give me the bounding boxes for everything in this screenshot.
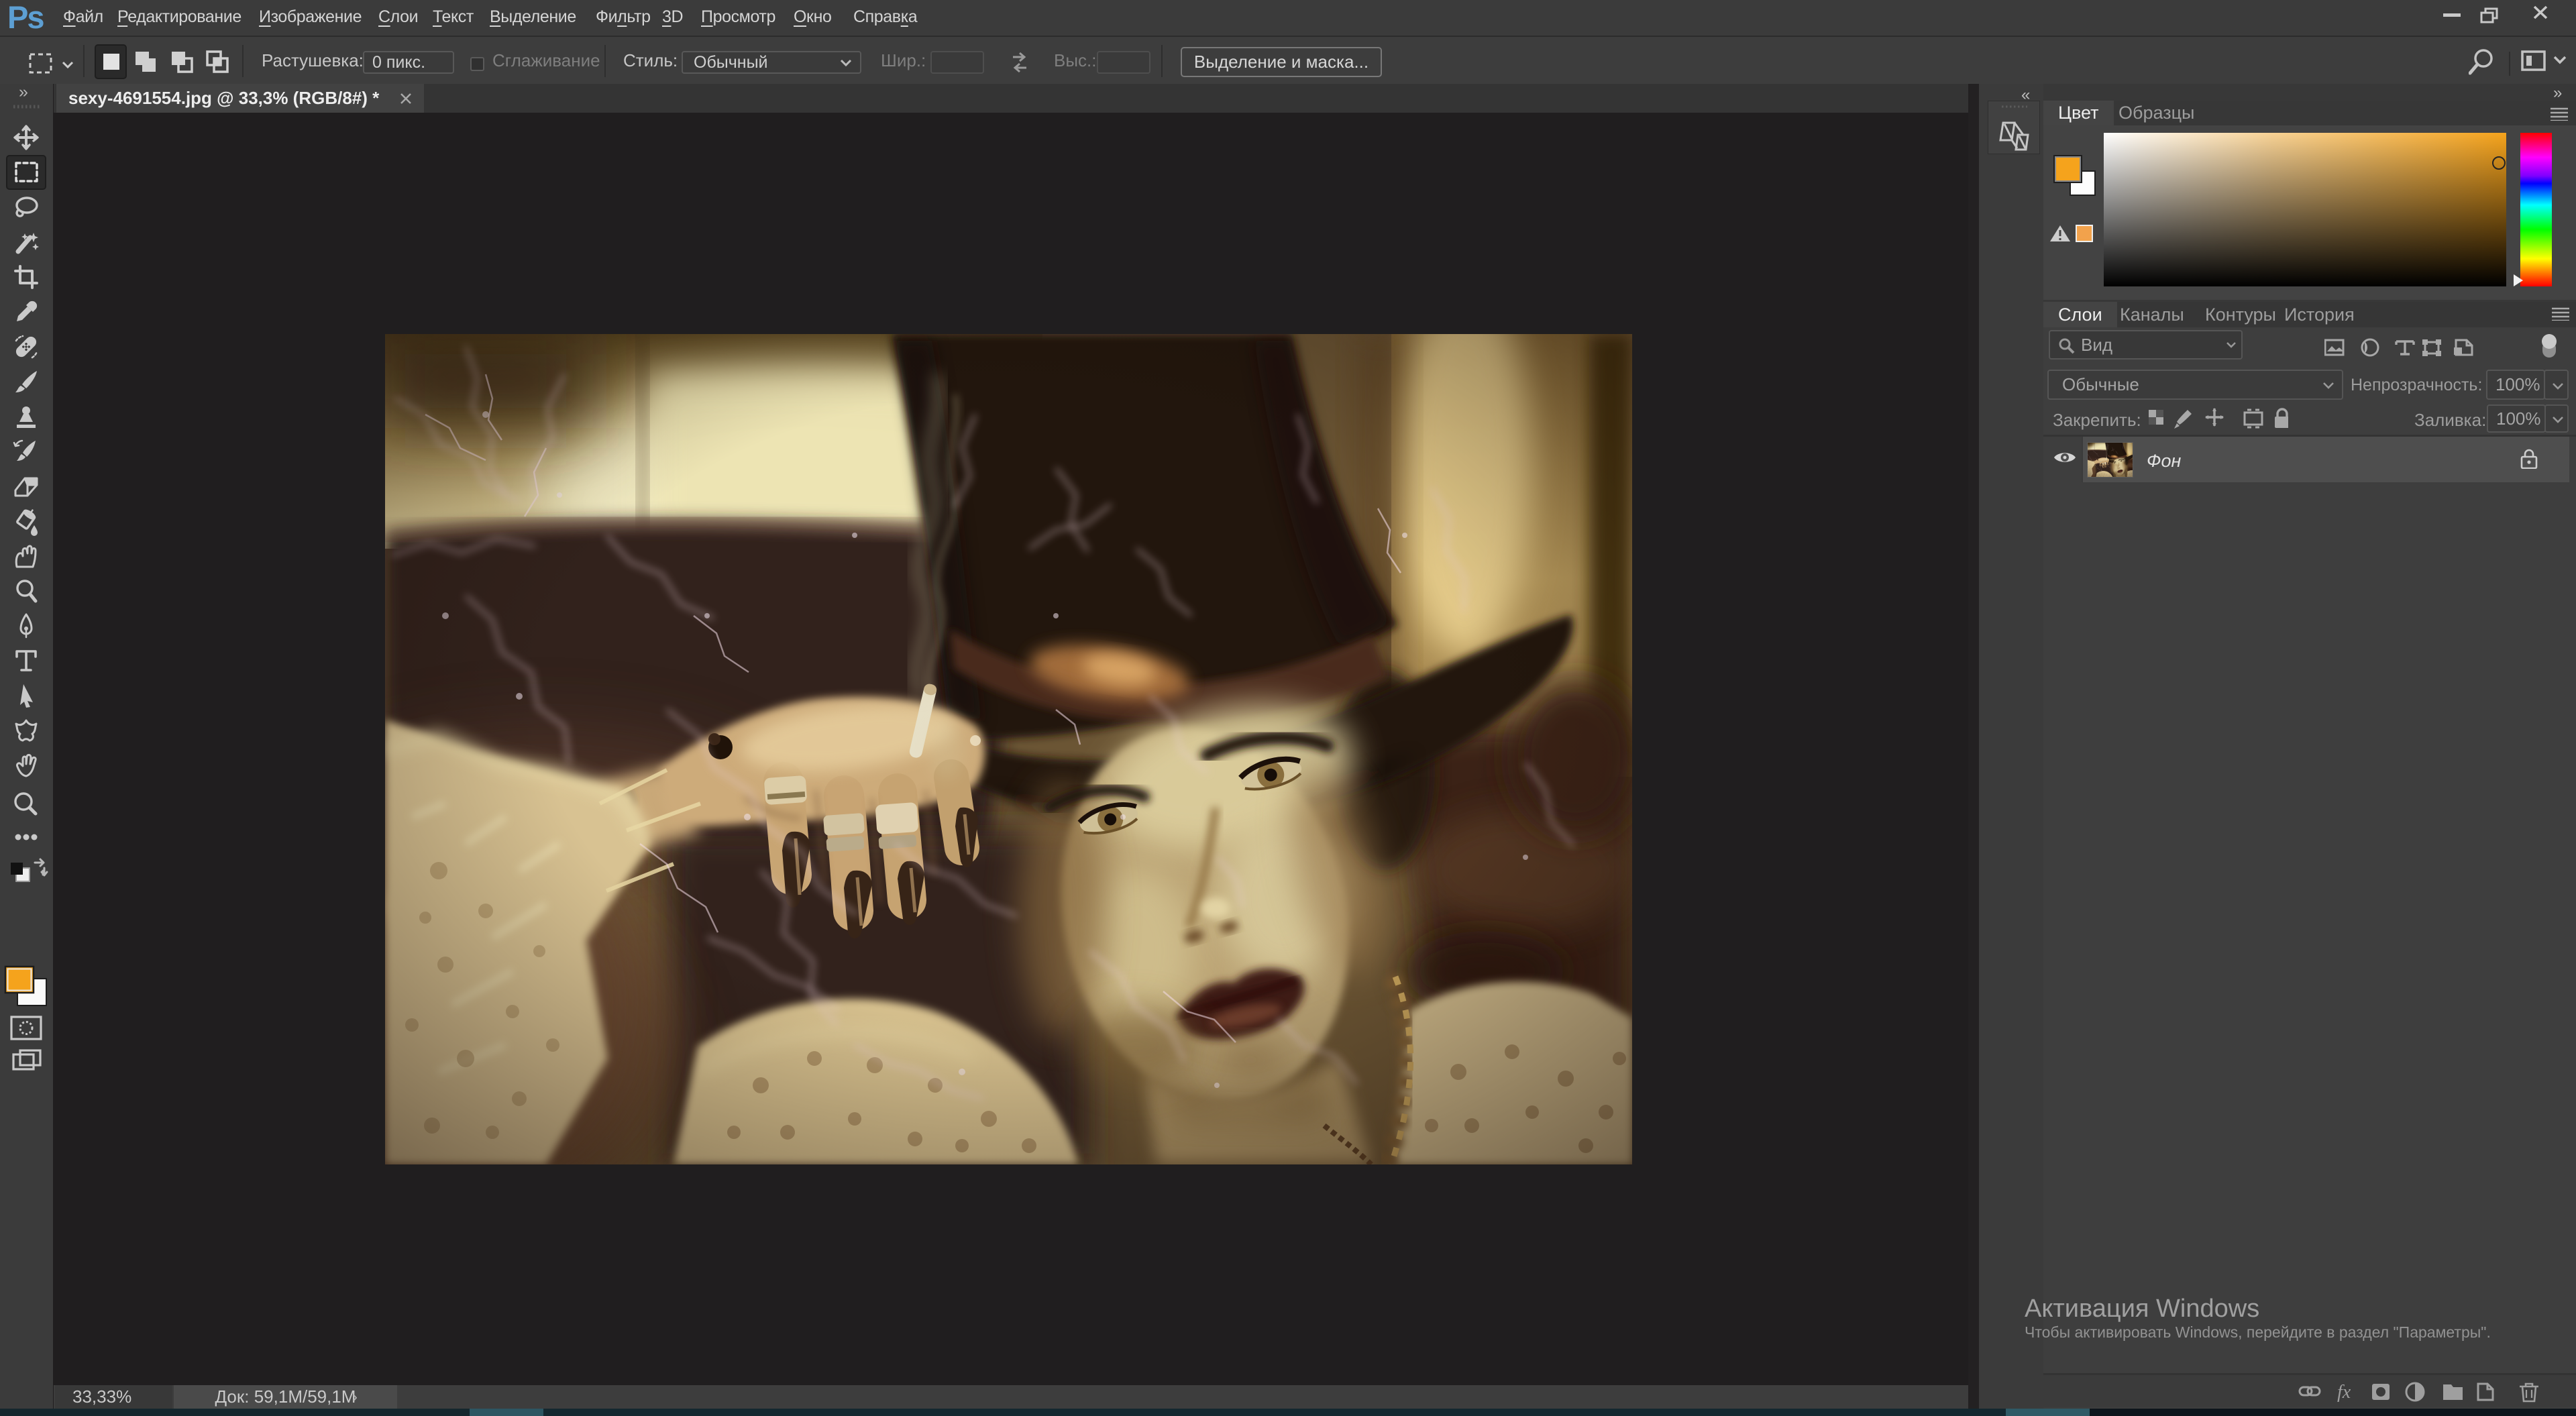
svg-text:»: »	[19, 84, 28, 101]
svg-text:fx: fx	[2337, 1382, 2351, 1403]
